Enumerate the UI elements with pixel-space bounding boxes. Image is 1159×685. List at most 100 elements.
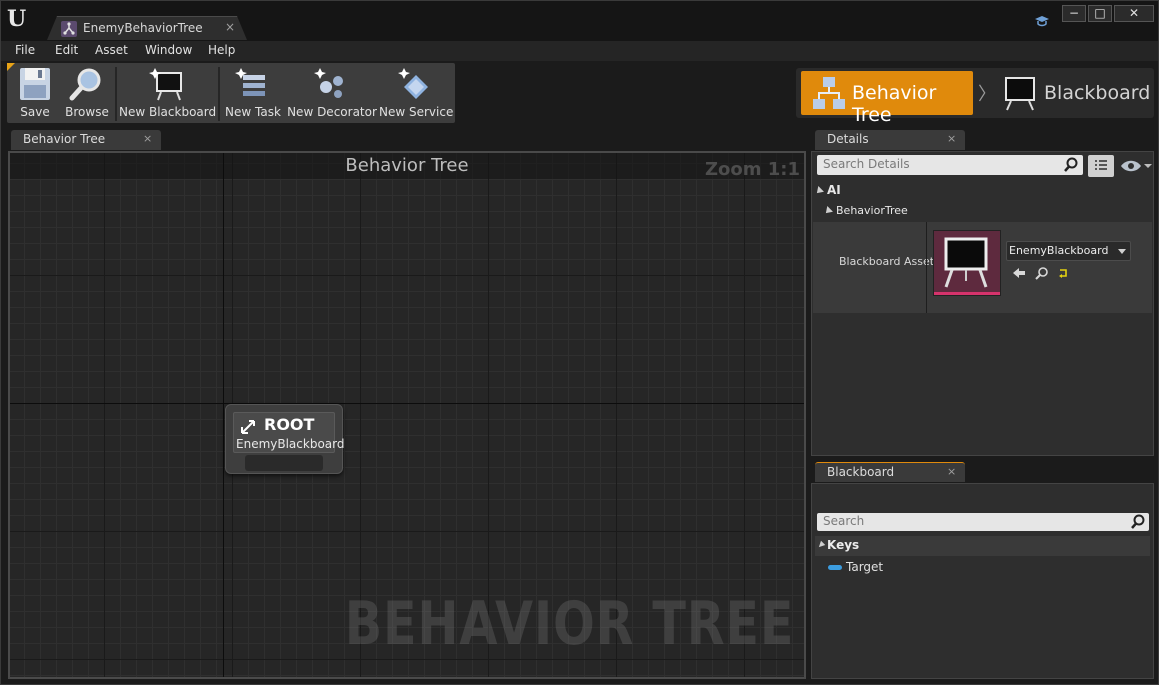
learn-help-icon[interactable]: [1034, 13, 1050, 29]
new-task-icon: [235, 67, 271, 101]
browse-button[interactable]: Browse: [61, 63, 113, 123]
asset-type-color-bar: [934, 292, 1000, 295]
graph-header: Behavior Tree Zoom 1:1: [10, 153, 804, 180]
new-blackboard-label: New Blackboard: [119, 105, 217, 119]
details-search-placeholder: Search Details: [823, 157, 910, 171]
toolbar-separator: [218, 67, 220, 121]
browse-label: Browse: [65, 105, 109, 119]
maximize-button[interactable]: □: [1088, 5, 1112, 22]
root-node-title: ROOT: [264, 415, 315, 434]
graph-tab-label: Behavior Tree: [23, 132, 106, 146]
save-label: Save: [20, 105, 50, 119]
graph-title: Behavior Tree: [345, 155, 469, 176]
keys-category[interactable]: Keys: [815, 536, 1150, 556]
details-tab-label: Details: [827, 132, 869, 146]
details-panel: Search Details AI BehaviorTree Blackboar…: [811, 151, 1154, 456]
menu-asset[interactable]: Asset: [95, 43, 128, 57]
new-task-label: New Task: [225, 105, 281, 119]
minimize-button[interactable]: −: [1062, 5, 1086, 22]
use-selected-arrow-icon[interactable]: [1012, 266, 1026, 280]
menu-edit[interactable]: Edit: [55, 43, 78, 57]
new-service-label: New Service: [379, 105, 454, 119]
subcategory-behaviortree-label: BehaviorTree: [836, 204, 908, 217]
details-search-input[interactable]: Search Details: [817, 155, 1083, 175]
property-divider[interactable]: [926, 222, 927, 313]
behavior-tree-icon: [811, 75, 847, 111]
reset-to-default-icon[interactable]: [1057, 266, 1071, 280]
blackboard-mode-label: Blackboard: [1044, 82, 1151, 104]
document-tab[interactable]: EnemyBehaviorTree ×: [47, 16, 247, 40]
blackboard-asset-dropdown[interactable]: EnemyBlackboard: [1006, 241, 1131, 261]
root-node[interactable]: ROOT EnemyBlackboard: [225, 404, 344, 474]
magnifier-icon: [69, 67, 105, 101]
graph-tab-close-icon[interactable]: ×: [143, 132, 152, 145]
blackboard-panel: Search Keys Target: [811, 483, 1154, 679]
search-icon: [1130, 514, 1146, 530]
expand-arrow-icon: [814, 186, 824, 196]
new-task-button[interactable]: New Task: [221, 63, 285, 123]
editor-window: U EnemyBehaviorTree × − □ ✕ File Edit As…: [0, 0, 1159, 685]
menu-help[interactable]: Help: [208, 43, 235, 57]
menu-window[interactable]: Window: [145, 43, 192, 57]
new-decorator-button[interactable]: New Decorator: [287, 63, 377, 123]
document-tab-label: EnemyBehaviorTree: [83, 21, 203, 35]
behavior-tree-graph[interactable]: Behavior Tree Zoom 1:1 BEHAVIOR TREE ROO…: [8, 151, 806, 679]
blackboard-tab[interactable]: Blackboard ×: [815, 462, 965, 482]
behavior-tree-mode-button[interactable]: Behavior Tree: [801, 71, 973, 126]
blackboard-mode-button[interactable]: Blackboard: [1000, 71, 1152, 115]
menu-file[interactable]: File: [15, 43, 35, 57]
details-tab-close-icon[interactable]: ×: [947, 132, 956, 145]
new-blackboard-icon: [149, 67, 185, 101]
behavior-tree-mode-label: Behavior Tree: [852, 82, 937, 126]
new-decorator-icon: [314, 67, 350, 101]
category-ai[interactable]: AI: [814, 183, 841, 197]
blackboard-search-input[interactable]: Search: [817, 513, 1149, 531]
blackboard-asset-label: Blackboard Asset: [839, 255, 935, 268]
title-bar: U EnemyBehaviorTree × − □ ✕: [1, 1, 1158, 41]
blackboard-tab-close-icon[interactable]: ×: [947, 465, 956, 478]
blackboard-icon: [1002, 75, 1038, 111]
toolbar-separator: [115, 67, 117, 121]
new-service-icon: [398, 67, 434, 101]
save-icon: [17, 67, 53, 101]
unreal-logo-icon[interactable]: U: [7, 7, 31, 31]
visibility-eye-icon[interactable]: [1120, 157, 1152, 175]
new-service-button[interactable]: New Service: [379, 63, 453, 123]
blackboard-key-label: Target: [846, 560, 884, 574]
blackboard-search-placeholder: Search: [823, 514, 865, 528]
new-decorator-label: New Decorator: [287, 105, 377, 119]
graph-origin-vertical-line: [223, 153, 224, 677]
graph-watermark: BEHAVIOR TREE: [344, 589, 794, 659]
dropdown-arrow-icon: [1118, 249, 1126, 254]
behavior-tree-asset-icon: [61, 21, 77, 37]
close-window-button[interactable]: ✕: [1114, 5, 1154, 22]
blackboard-asset-value: EnemyBlackboard: [1009, 244, 1109, 257]
object-key-type-icon: [828, 565, 842, 570]
graph-tab[interactable]: Behavior Tree ×: [11, 130, 161, 150]
root-node-icon: [239, 418, 257, 436]
blackboard-tab-label: Blackboard: [827, 465, 895, 479]
expand-arrow-icon: [823, 206, 833, 216]
browse-asset-magnifier-icon[interactable]: [1035, 266, 1049, 280]
mode-chevron-icon: 〉: [978, 84, 996, 105]
expand-arrow-icon: [816, 540, 826, 550]
subcategory-behaviortree[interactable]: BehaviorTree: [823, 204, 908, 217]
zoom-label: Zoom 1:1: [704, 159, 800, 180]
toolbar-corner-marker: [7, 63, 15, 71]
search-icon: [1063, 157, 1079, 173]
root-output-pin[interactable]: [245, 455, 323, 471]
details-tab[interactable]: Details ×: [815, 130, 965, 150]
document-tab-close-icon[interactable]: ×: [225, 20, 235, 34]
blackboard-asset-thumbnail[interactable]: [933, 230, 1001, 296]
new-blackboard-button[interactable]: New Blackboard: [119, 63, 217, 123]
mode-switcher: Behavior Tree 〉 Blackboard: [796, 68, 1154, 126]
root-node-subtitle: EnemyBlackboard: [236, 437, 345, 451]
root-node-header: ROOT EnemyBlackboard: [233, 412, 344, 453]
keys-category-label: Keys: [827, 538, 860, 552]
toolbar: Save Browse New Blackboard New Task New …: [7, 63, 455, 123]
save-button[interactable]: Save: [9, 63, 61, 123]
graph-origin-horizontal-line: [10, 403, 804, 404]
category-ai-label: AI: [827, 183, 841, 197]
view-options-list-icon[interactable]: [1088, 155, 1114, 177]
menu-bar: File Edit Asset Window Help: [1, 41, 1158, 61]
